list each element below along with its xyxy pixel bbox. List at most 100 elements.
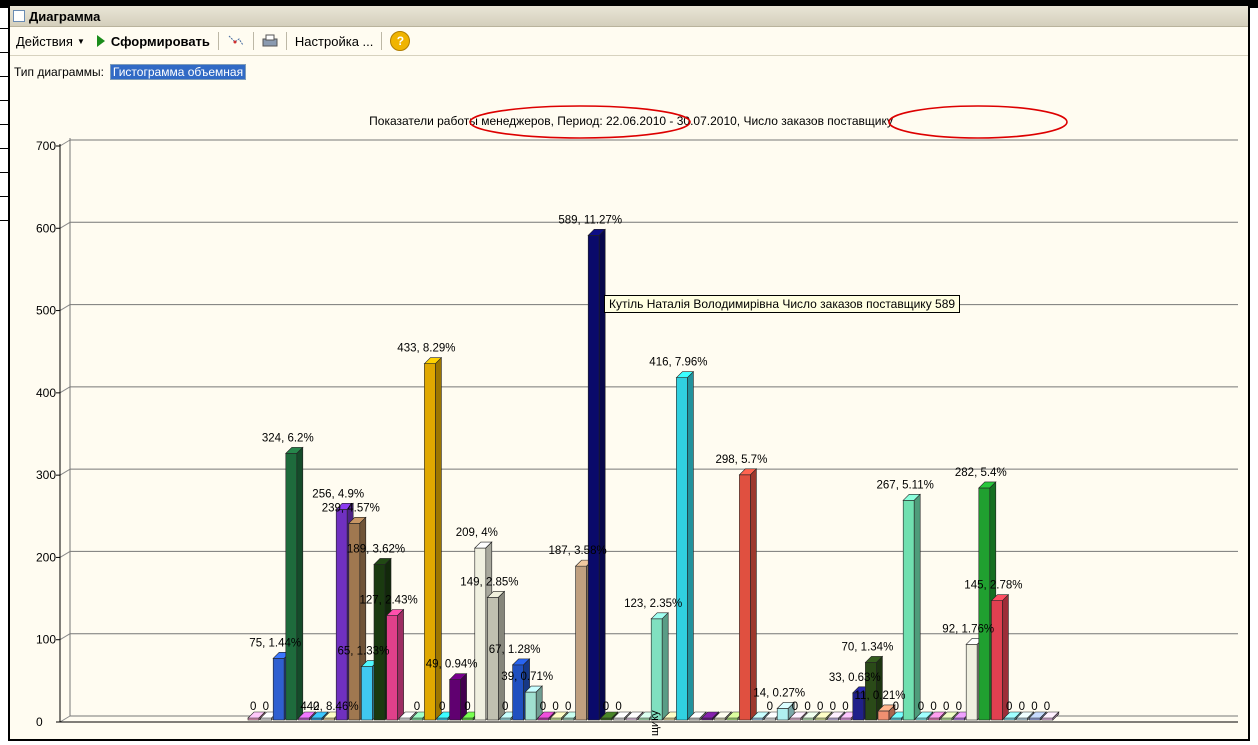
data-label: 0 xyxy=(565,701,571,713)
y-tick-label: 400 xyxy=(36,386,56,400)
data-label: 149, 2.85% xyxy=(460,576,518,588)
bar-side xyxy=(296,446,304,721)
data-label: 0 xyxy=(893,701,899,713)
data-label: 0 xyxy=(552,701,558,713)
data-label: 0 xyxy=(804,701,810,713)
data-label: 70, 1.34% xyxy=(842,641,894,653)
data-label: 0 xyxy=(414,701,420,713)
y-tick-label: 700 xyxy=(36,139,56,153)
bar xyxy=(739,474,751,721)
data-label: 49, 0.94% xyxy=(426,659,478,671)
bar xyxy=(373,564,386,721)
bar xyxy=(386,615,398,721)
bar xyxy=(902,499,915,721)
data-label: 298, 5.7% xyxy=(716,454,768,466)
data-label: 0 xyxy=(250,701,256,713)
bar xyxy=(676,377,688,721)
data-label: 67, 1.28% xyxy=(489,644,541,656)
data-label: 282, 5.4% xyxy=(955,467,1007,479)
data-label: 0 xyxy=(767,701,773,713)
grid-line xyxy=(59,468,71,476)
chart-tooltip: Кутіль Наталія Володимирівна Число заказ… xyxy=(604,295,961,313)
bar xyxy=(335,509,348,721)
data-label: 92, 1.76% xyxy=(942,623,994,635)
x-axis-label: щику xyxy=(649,710,661,736)
y-tick-label: 0 xyxy=(36,715,43,729)
bar xyxy=(978,487,991,721)
bar xyxy=(361,666,373,721)
data-label: 442, 8.46% xyxy=(300,701,358,713)
grid-line xyxy=(59,715,71,723)
data-label: 0 xyxy=(603,701,609,713)
chart-window: Диаграмма Действия ▼ Сформировать Настро… xyxy=(8,4,1250,741)
data-label: 0 xyxy=(615,701,621,713)
grid-line xyxy=(59,550,71,558)
bar xyxy=(587,235,600,721)
highlight-ellipse xyxy=(469,105,691,139)
data-label: 33, 0.63% xyxy=(829,672,881,684)
grid-line xyxy=(59,221,71,229)
data-label: 0 xyxy=(540,701,546,713)
data-label: 145, 2.78% xyxy=(964,580,1022,592)
data-label: 0 xyxy=(792,701,798,713)
grid-line xyxy=(59,633,71,641)
data-label: 416, 7.96% xyxy=(649,357,707,369)
data-label: 127, 2.43% xyxy=(360,594,418,606)
data-label: 0 xyxy=(842,701,848,713)
bar-side xyxy=(750,468,757,721)
y-tick-label: 100 xyxy=(36,633,56,647)
highlight-ellipse xyxy=(888,105,1068,139)
data-label: 39, 0.71% xyxy=(501,671,553,683)
data-label: 65, 1.33% xyxy=(338,646,390,658)
bar xyxy=(877,710,890,721)
data-label: 0 xyxy=(502,701,508,713)
bar-side xyxy=(397,608,404,721)
grid-line xyxy=(59,386,71,394)
data-label: 187, 3.58% xyxy=(549,545,607,557)
data-label: 0 xyxy=(918,701,924,713)
data-label: 433, 8.29% xyxy=(397,343,455,355)
bar xyxy=(991,600,1003,721)
data-label: 0 xyxy=(830,701,836,713)
y-tick-label: 600 xyxy=(36,221,56,235)
bar xyxy=(575,565,587,721)
data-label: 589, 11.27% xyxy=(558,214,622,226)
data-label: 0 xyxy=(313,701,319,713)
data-label: 123, 2.35% xyxy=(624,598,682,610)
data-label: 239, 4.57% xyxy=(322,502,380,514)
bar xyxy=(487,597,499,721)
data-label: 256, 4.9% xyxy=(312,488,364,500)
data-label: 0 xyxy=(263,701,269,713)
data-label: 0 xyxy=(1019,701,1025,713)
data-label: 0 xyxy=(930,701,936,713)
data-label: 0 xyxy=(1031,701,1037,713)
bar-side xyxy=(687,370,694,721)
bar xyxy=(650,618,663,721)
bar xyxy=(524,691,537,721)
y-tick-label: 200 xyxy=(36,550,56,564)
data-label: 189, 3.62% xyxy=(347,543,405,555)
bar xyxy=(272,657,285,721)
data-label: 0 xyxy=(439,701,445,713)
data-label: 209, 4% xyxy=(456,527,498,539)
y-tick-label: 500 xyxy=(36,304,56,318)
data-label: 0 xyxy=(943,701,949,713)
bar xyxy=(965,643,978,721)
data-label: 0 xyxy=(1006,701,1012,713)
bar xyxy=(449,679,461,721)
bar xyxy=(285,453,298,721)
chart-canvas: 01002003004005006007000 075, 1.44%324, 6.… xyxy=(36,105,1238,736)
bar-side xyxy=(661,612,669,721)
y-tick-label: 300 xyxy=(36,468,56,482)
data-label: 0 xyxy=(1044,701,1050,713)
data-label: 75, 1.44% xyxy=(249,637,301,649)
data-label: 267, 5.11% xyxy=(877,479,934,491)
data-label: 0 xyxy=(464,701,470,713)
bar xyxy=(474,547,487,721)
bar-side xyxy=(913,493,921,721)
data-label: 324, 6.2% xyxy=(262,432,314,444)
grid-line xyxy=(59,139,71,147)
bar-side xyxy=(460,672,467,721)
bar xyxy=(776,708,789,721)
data-label: 0 xyxy=(817,701,823,713)
